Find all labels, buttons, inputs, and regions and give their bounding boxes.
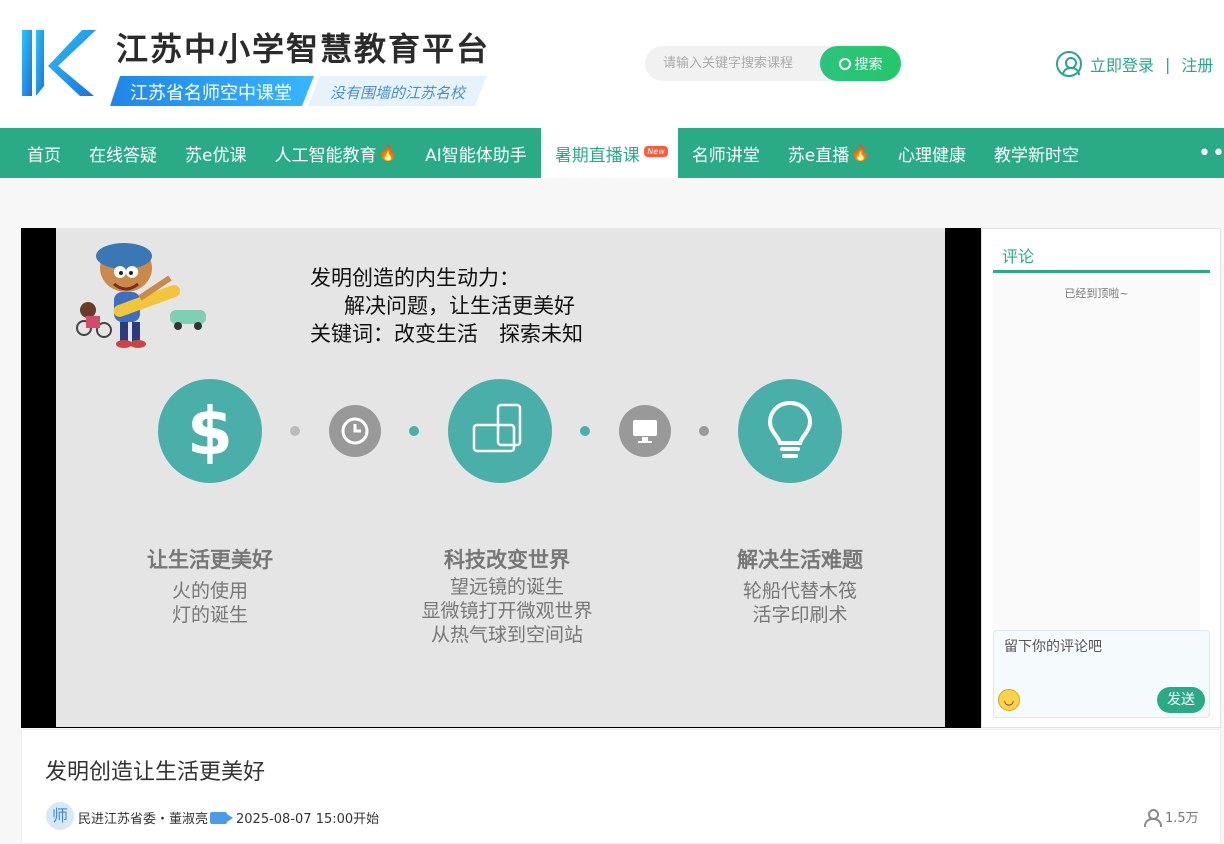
view-count: 1.5万: [1143, 807, 1199, 827]
nav-label: 首页: [27, 145, 61, 166]
monitor-icon: [619, 405, 671, 457]
devices-icon: [448, 379, 552, 483]
dollar-icon: $: [158, 379, 262, 483]
search-input[interactable]: [663, 46, 823, 81]
column-line: 望远镜的诞生: [449, 576, 564, 598]
fire-icon: 🔥: [378, 144, 398, 162]
nav-item-teaching[interactable]: 教学新时空: [980, 128, 1093, 178]
start-time: 2025-08-07 15:00开始: [236, 812, 380, 827]
fire-icon: 🔥: [851, 144, 870, 162]
nav-item-qa[interactable]: 在线答疑: [75, 128, 171, 178]
nav-label: 苏e优课: [185, 145, 247, 166]
person-icon: [1143, 808, 1162, 827]
lightbulb-icon: [738, 379, 842, 483]
comment-composer: ◡ 发送: [993, 630, 1210, 718]
avatar[interactable]: 师: [46, 802, 74, 830]
column-line: 灯的诞生: [171, 604, 248, 626]
teacher-name[interactable]: 民进江苏省委・董淑亮: [78, 808, 208, 827]
nav-label: 人工智能教育: [274, 145, 377, 166]
search-button-label: 搜索: [854, 56, 883, 73]
cartoon-illustration: [76, 243, 206, 348]
column-line: 显微镜打开微观世界: [421, 600, 593, 622]
column-lines: 望远镜的诞生 显微镜打开微观世界 从热气球到空间站: [387, 575, 627, 647]
nav-label: 在线答疑: [89, 145, 157, 166]
slogan-banner: 江苏省名师空中课堂 没有围墙的江苏名校: [110, 76, 487, 106]
search-button[interactable]: 搜索: [820, 46, 901, 81]
view-count-value: 1.5万: [1165, 811, 1199, 826]
user-icon[interactable]: [1056, 51, 1082, 77]
more-menu-icon[interactable]: •••: [1198, 128, 1224, 178]
column-line: 从热气球到空间站: [430, 624, 583, 646]
slide-heading: 发明创造的内生动力： 解决问题，让生活更美好 关键词：改变生活 探索未知: [310, 264, 583, 348]
nav-label: 名师讲堂: [691, 145, 760, 166]
lesson-slide: 发明创造的内生动力： 解决问题，让生活更美好 关键词：改变生活 探索未知 $ 让…: [56, 228, 945, 727]
comments-panel: 评论 已经到顶啦~ ◡ 发送: [981, 228, 1221, 728]
slide-heading-line: 关键词：改变生活 探索未知: [310, 322, 583, 346]
register-link[interactable]: 注册: [1181, 52, 1213, 76]
slide-heading-line: 解决问题，让生活更美好: [344, 294, 575, 318]
banner-main: 江苏省名师空中课堂: [110, 76, 314, 106]
nav-item-famous-teacher[interactable]: 名师讲堂: [678, 128, 774, 178]
column-title: 让生活更美好: [147, 548, 273, 572]
nav-item-ai-assistant[interactable]: AI智能体助手: [411, 128, 541, 178]
nav-item-su-live[interactable]: 苏e直播 🔥: [774, 128, 884, 178]
nav-item-mental-health[interactable]: 心理健康: [884, 128, 980, 178]
column-line: 活字印刷术: [752, 604, 848, 626]
column-title: 解决生活难题: [737, 548, 863, 572]
column-line: 火的使用: [171, 580, 248, 602]
search-box: 搜索: [645, 46, 901, 81]
column-lines: 火的使用 灯的诞生: [100, 579, 320, 627]
nav-label: AI智能体助手: [425, 145, 527, 166]
lesson-meta: 民进江苏省委・董淑亮 2025-08-07 15:00开始: [78, 808, 379, 827]
comment-input[interactable]: [1004, 639, 1194, 655]
tab-comments[interactable]: 评论: [993, 239, 1210, 273]
platform-logo[interactable]: [22, 30, 96, 96]
comment-list[interactable]: 已经到顶啦~: [993, 277, 1200, 673]
search-icon: [838, 57, 851, 70]
smiley-icon[interactable]: ◡: [998, 689, 1020, 711]
top-notice: 已经到顶啦~: [1064, 287, 1129, 300]
lesson-info: 发明创造让生活更美好 师 民进江苏省委・董淑亮 2025-08-07 15:00…: [21, 729, 1221, 844]
site-header: 江苏中小学智慧教育平台 江苏省名师空中课堂 没有围墙的江苏名校 搜索 立即登录 …: [0, 0, 1224, 128]
nav-item-summer-live[interactable]: 暑期直播课 New: [540, 128, 678, 178]
video-player[interactable]: 发明创造的内生动力： 解决问题，让生活更美好 关键词：改变生活 探索未知 $ 让…: [21, 228, 981, 728]
main-nav: 首页 在线答疑 苏e优课 人工智能教育 🔥 AI智能体助手 暑期直播课 New 名师…: [0, 128, 1224, 178]
nav-label: 心理健康: [897, 145, 966, 166]
login-link[interactable]: 立即登录: [1090, 52, 1154, 76]
clock-icon: [329, 405, 381, 457]
column-title: 科技改变世界: [444, 548, 570, 572]
nav-label: 教学新时空: [993, 145, 1079, 166]
user-area: 立即登录 | 注册: [1056, 50, 1213, 78]
slide-heading-line: 发明创造的内生动力：: [310, 266, 520, 290]
dot-separator: [699, 426, 709, 436]
camera-icon: [210, 811, 234, 824]
lesson-title: 发明创造让生活更美好: [45, 760, 266, 785]
nav-item-youke[interactable]: 苏e优课: [171, 128, 260, 178]
column-line: 轮船代替木筏: [742, 580, 857, 602]
dot-separator: [290, 426, 300, 436]
nav-item-home[interactable]: 首页: [0, 128, 75, 178]
nav-item-ai-education[interactable]: 人工智能教育 🔥: [260, 128, 411, 178]
dot-separator: [580, 426, 590, 436]
send-button[interactable]: 发送: [1157, 687, 1205, 713]
dot-separator: [409, 426, 419, 436]
site-title: 江苏中小学智慧教育平台: [116, 30, 491, 68]
banner-slogan: 没有围墙的江苏名校: [308, 76, 487, 106]
nav-label: 苏e直播: [787, 145, 850, 166]
new-badge: New: [644, 146, 668, 157]
nav-label: 暑期直播课: [554, 145, 640, 166]
column-lines: 轮船代替木筏 活字印刷术: [690, 579, 910, 627]
divider: |: [1165, 54, 1171, 74]
